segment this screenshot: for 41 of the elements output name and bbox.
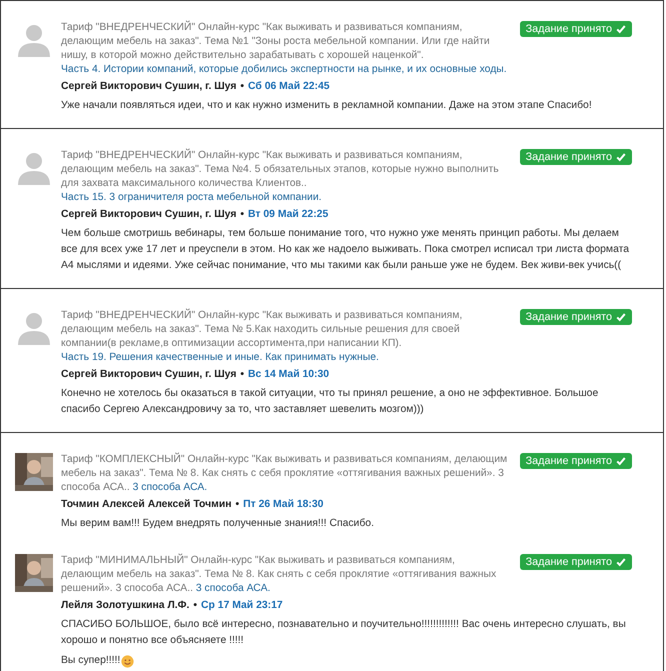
checkmark-icon <box>616 557 626 567</box>
date-link[interactable]: Ср 17 Май 23:17 <box>201 598 283 613</box>
comment-text: Чем больше смотришь вебинары, тем больше понимание того, что нужно уже менять принцип работы. Мы делаем все для всех уже 17 лет и преуспели в этом. Но как же надоело выживать. Пока смотрел исписал три листа формата А4 мыслями и идеями. Уже сейчас понимание, что мы такими как были раньше уже не будем. Век живи-век учись(( <box>61 227 630 273</box>
date-link[interactable]: Сб 06 Май 22:45 <box>248 79 330 94</box>
status-badge: Задание принято <box>520 554 632 570</box>
course-description: Тариф "ВНЕДРЕНЧЕСКИЙ" Онлайн-курс "Как выживать и развиваться компаниям, делающим мебель на заказ". Тема №1 "Зоны роста мебельной компании. Или где найти нишу, в которой можно действительно зарабатывать с хорошей наценкой". Часть 4. Истории компаний, которые добились экспертности на рынке, и их основные ходы. <box>61 21 508 77</box>
lesson-link[interactable]: 3 способа АСА. <box>132 482 208 493</box>
author-name: Сергей Викторович Сушин, г. Шуя <box>61 80 236 94</box>
author-name: Лейля Золотушкина Л.Ф. <box>61 599 190 613</box>
status-badge: Задание принято <box>520 309 632 325</box>
lesson-link[interactable]: Часть 4. Истории компаний, которые добились экспертности на рынке, и их основные ходы. <box>61 64 507 75</box>
date-link[interactable]: Вс 14 Май 10:30 <box>248 367 330 382</box>
date-link[interactable]: Пт 26 Май 18:30 <box>243 497 324 512</box>
separator-dot: • <box>240 368 244 382</box>
course-description: Тариф "ВНЕДРЕНЧЕСКИЙ" Онлайн-курс "Как выживать и развиваться компаниям, делающим мебель на заказ". Тема №4. 5 обязательных этапов, которые нужно выполнить для захвата максимального количества Клиентов.. Часть 15. 3 ограничителя роста мебельной компании. <box>61 149 500 205</box>
status-badge: Задание принято <box>520 21 632 37</box>
status-badge: Задание принято <box>520 149 632 165</box>
date-link[interactable]: Вт 09 Май 22:25 <box>248 207 328 222</box>
comment-text: Уже начали появляться идеи, что и как нужно изменить в рекламной компании. Даже на этом этапе Спасибо! <box>61 99 592 113</box>
separator-dot: • <box>240 208 244 222</box>
lesson-link[interactable]: 3 способа АСА. <box>196 583 270 594</box>
separator-dot: • <box>240 80 244 94</box>
checkmark-icon <box>616 456 626 466</box>
comment-text: Мы верим вам!!! Будем внедрять полученные знания!!! Спасибо. <box>61 517 374 531</box>
comment-text: Вы супер!!!!! <box>61 654 120 668</box>
checkmark-icon <box>616 312 626 322</box>
separator-dot: • <box>193 599 198 613</box>
comment-text: Конечно не хотелось бы оказаться в такой ситуации, что ты принял решение, а оно не эффективное. Большое спасибо Сергею Александровичу за то, что заставляет шевелить мозгом))) <box>61 387 600 417</box>
lesson-link[interactable]: Часть 15. 3 ограничителя роста мебельной компании. <box>61 192 322 203</box>
author-name: Сергей Викторович Сушин, г. Шуя <box>61 368 236 382</box>
lesson-link[interactable]: Часть 19. Решения качественные и иные. Как принимать нужные. <box>61 352 379 363</box>
separator-dot: • <box>236 498 240 512</box>
course-description: Тариф "КОМПЛЕКСНЫЙ" Онлайн-курс "Как выживать и развиваться компаниям, делающим мебель на заказ". Тема № 8. Как снять с себя проклятие «оттягивания важных решений». 3 способа АСА.. 3 способа АСА. <box>61 453 508 495</box>
comment-text: СПАСИБО БОЛЬШОЕ, было всё интересно, познавательно и поучительно!!!!!!!!!!!!! Вас очень интересно слушать, вы хорошо и понятно все объясняете !!!!! <box>61 618 627 648</box>
checkmark-icon <box>616 152 626 162</box>
course-description: Тариф "МИНИМАЛЬНЫЙ" Онлайн-курс "Как выживать и развиваться компаниям, делающим мебель на заказ". Тема № 8. Как снять с себя проклятие «оттягивания важных решений». 3 способа АСА.. 3 способа АСА. <box>61 554 498 596</box>
author-name: Сергей Викторович Сушин, г. Шуя <box>61 208 236 222</box>
checkmark-icon <box>616 24 626 34</box>
course-description: Тариф "ВНЕДРЕНЧЕСКИЙ" Онлайн-курс "Как выживать и развиваться компаниям, делающим мебель на заказ". Тема № 5.Как находить сильные решения для своей компании(в рекламе,в оптимизации ассортимента,при написании КП). Часть 19. Решения качественные и иные. Как принимать нужные. <box>61 309 464 365</box>
author-name: Точмин Алексей Алексей Точмин <box>61 498 232 512</box>
status-badge: Задание принято <box>520 453 632 469</box>
